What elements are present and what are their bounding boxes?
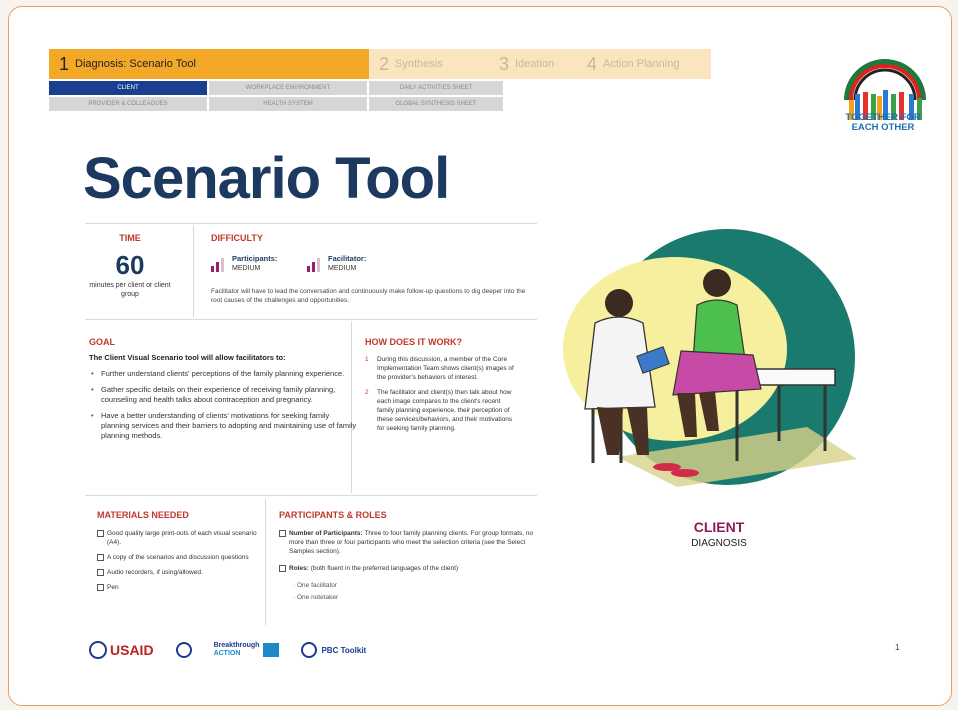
usaid-text: USAID [110,642,154,658]
number-label: Number of Participants: [289,530,363,537]
facilitator-difficulty: Facilitator: MEDIUM [307,254,366,273]
step-4-tab[interactable]: 4 Action Planning [577,49,711,79]
divider [85,495,537,496]
step-label: Action Planning [603,58,680,70]
breakthrough-action-logo: Breakthrough ACTION [214,642,280,658]
difficulty-bars-icon [307,258,322,272]
illustration-label: CLIENT [693,519,745,535]
time-unit: minutes per client or client group [89,282,171,298]
participants-block: Number of Participants: Three to four fa… [279,529,541,605]
item-number: 2 [365,389,369,396]
roles-label: Roles: [289,565,309,572]
item-text: The facilitator and client(s) then talk … [377,389,513,432]
tab-daily-activities-sheet[interactable]: DAILY ACTIVITIES SHEET [369,81,505,95]
jhu-seal-icon [175,642,192,658]
role-text: One notetaker [296,594,339,601]
difficulty-bars-icon [211,258,226,272]
difficulty-heading: DIFFICULTY [211,233,263,243]
step-number: 4 [587,53,598,74]
logo-line-2: EACH OTHER [851,122,915,133]
list-item: A copy of the scenarios and discussion q… [97,553,257,562]
goal-lead: The Client Visual Scenario tool will all… [89,353,286,362]
step-number: 3 [499,53,510,74]
role-text: One facilitator [296,582,338,589]
materials-heading: MATERIALS NEEDED [97,510,189,520]
list-item: Pen [97,583,257,592]
page-title: Scenario Tool [83,146,450,211]
list-item: Number of Participants: Three to four fa… [279,529,541,556]
role-item: · One facilitator [293,582,338,589]
pbc-toolkit-logo: PBC Toolkit [301,642,366,658]
step-1-tab[interactable]: 1 Diagnosis: Scenario Tool [49,49,369,79]
difficulty-note: Facilitator will have to lead the conver… [211,288,526,304]
tab-client[interactable]: CLIENT [49,81,209,95]
step-nav: 1 Diagnosis: Scenario Tool 2 Synthesis 3… [49,49,711,79]
divider [85,223,537,224]
client-diagnosis-illustration [563,229,857,487]
goal-heading: GOAL [89,337,115,347]
footer-logos: USAID Breakthrough ACTION PBC Toolkit [89,641,388,659]
jhu-logo [175,642,192,658]
list-item: Audio recorders, if using/allowed. [97,568,257,577]
step-label: Synthesis [395,58,443,70]
breakthrough-text: Breakthrough [213,642,260,649]
divider [265,499,266,625]
illustration-sublabel: DIAGNOSIS [691,538,747,549]
time-value: 60 [115,250,145,280]
step-number: 1 [59,53,70,74]
participants-heading: PARTICIPANTS & ROLES [279,510,387,520]
list-item: Gather specific details on their experie… [89,385,357,405]
tab-provider-colleagues[interactable]: PROVIDER & COLLEAGUES [49,97,209,111]
logo-text: TOGETHER FOR EACH OTHER [837,113,929,133]
page-number: 1 [895,643,900,652]
pbc-mark-icon [301,642,318,658]
item-number: 1 [365,356,369,363]
usaid-logo: USAID [89,641,154,659]
list-item: Roles: (both fluent in the preferred lan… [279,564,541,573]
divider [85,319,537,320]
sub-tabs-row-1: CLIENT WORKPLACE ENVIRONMENT DAILY ACTIV… [49,81,505,95]
how-heading: HOW DOES IT WORK? [365,337,462,347]
participants-level: MEDIUM [232,265,261,272]
list-item: 2 The facilitator and client(s) then talk… [365,388,515,433]
facilitator-level: MEDIUM [328,265,357,272]
page: 1 Diagnosis: Scenario Tool 2 Synthesis 3… [8,6,952,706]
step-label: Diagnosis: Scenario Tool [75,58,196,70]
breakthrough-mark-icon [263,643,280,657]
step-2-tab[interactable]: 2 Synthesis [369,49,489,79]
pbc-text: PBC Toolkit [321,645,367,655]
time-heading: TIME [119,233,141,243]
tab-global-synthesis-sheet[interactable]: GLOBAL SYNTHESIS SHEET [369,97,505,111]
materials-list: Good quality large print-outs of each vi… [97,529,257,598]
step-3-tab[interactable]: 3 Ideation [489,49,577,79]
list-item: Good quality large print-outs of each vi… [97,529,257,547]
divider [193,225,194,317]
tab-health-system[interactable]: HEALTH SYSTEM [209,97,369,111]
list-item: Further understand clients' perceptions … [89,369,357,379]
list-item: Have a better understanding of clients' … [89,411,357,441]
roles-text: (both fluent in the preferred languages … [310,565,459,572]
participants-difficulty: Participants: MEDIUM [211,254,277,273]
list-item: 1 During this discussion, a member of the… [365,355,515,382]
step-label: Ideation [515,58,555,70]
step-number: 2 [379,53,390,74]
how-list: 1 During this discussion, a member of the… [365,355,515,439]
item-text: During this discussion, a member of the … [377,356,514,381]
role-item: · One notetaker [293,594,339,601]
goal-list: Further understand clients' perceptions … [89,369,357,447]
sub-tabs-row-2: PROVIDER & COLLEAGUES HEALTH SYSTEM GLOB… [49,97,505,111]
tab-workplace-environment[interactable]: WORKPLACE ENVIRONMENT [209,81,369,95]
usaid-seal-icon [89,641,107,659]
facilitator-label: Facilitator: [328,254,367,263]
participants-label: Participants: [232,254,278,263]
action-text: ACTION [213,650,241,657]
